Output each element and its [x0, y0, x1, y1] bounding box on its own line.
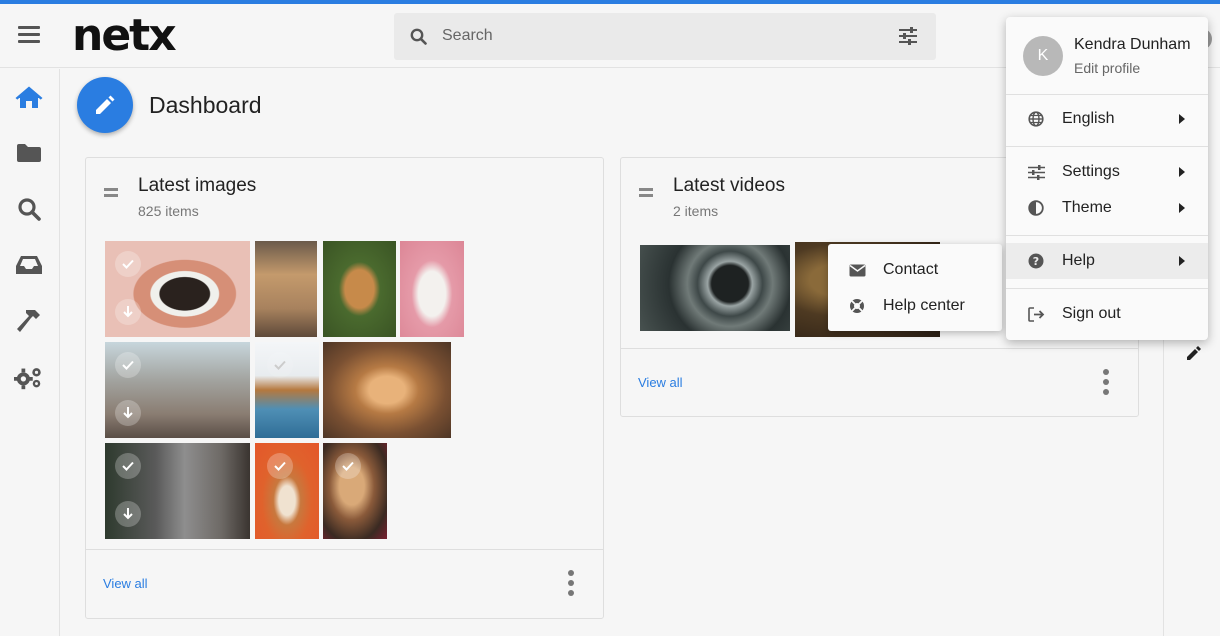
menu-item-language[interactable]: English [1006, 101, 1208, 137]
image-thumbnail[interactable] [105, 342, 250, 438]
menu-item-help[interactable]: ? Help [1006, 243, 1208, 279]
card-item-count: 2 items [673, 203, 719, 219]
image-thumbnail[interactable] [255, 443, 319, 539]
search-icon[interactable] [14, 194, 44, 224]
menu-item-label: Contact [883, 261, 939, 278]
submenu-arrow-icon [1179, 256, 1185, 266]
sign-out-icon [1027, 305, 1045, 323]
menu-item-label: Theme [1062, 199, 1112, 216]
card-title: Latest videos [673, 175, 785, 196]
card-footer: View all [86, 549, 603, 619]
envelope-icon [848, 262, 866, 278]
edit-profile-link[interactable]: Edit profile [1074, 60, 1140, 76]
select-check-icon[interactable] [115, 453, 141, 479]
search-icon [410, 28, 427, 50]
hamburger-menu-icon[interactable] [18, 26, 40, 44]
gears-icon[interactable] [14, 362, 44, 392]
image-thumbnail[interactable] [105, 241, 250, 337]
sidebar [0, 69, 60, 636]
image-thumbnail[interactable] [323, 443, 387, 539]
card-title: Latest images [138, 175, 257, 196]
video-thumbnail[interactable] [640, 245, 790, 331]
menu-divider [1006, 235, 1208, 236]
contrast-icon [1027, 199, 1045, 217]
svg-text:?: ? [1033, 255, 1039, 268]
menu-item-label: Settings [1062, 163, 1120, 180]
select-check-icon[interactable] [115, 251, 141, 277]
menu-divider [1006, 288, 1208, 289]
menu-item-theme[interactable]: Theme [1006, 190, 1208, 226]
globe-icon [1027, 110, 1045, 128]
hammer-icon[interactable] [14, 306, 44, 336]
menu-item-settings[interactable]: Settings [1006, 154, 1208, 190]
question-circle-icon: ? [1027, 252, 1045, 270]
menu-item-contact[interactable]: Contact [828, 253, 1002, 287]
view-all-link[interactable]: View all [638, 375, 683, 390]
folder-icon[interactable] [14, 138, 44, 168]
app-logo[interactable]: netx [72, 12, 177, 60]
avatar: K [1023, 36, 1063, 76]
view-all-link[interactable]: View all [103, 576, 148, 591]
download-icon[interactable] [115, 501, 141, 527]
home-icon[interactable] [14, 83, 44, 113]
user-menu: K Kendra Dunham Edit profile English Set… [1006, 17, 1208, 340]
submenu-arrow-icon [1179, 114, 1185, 124]
drag-handle-icon[interactable] [639, 188, 653, 197]
sliders-icon [1027, 163, 1045, 181]
menu-item-label: Sign out [1062, 305, 1121, 322]
image-thumbnail[interactable] [105, 443, 250, 539]
menu-item-sign-out[interactable]: Sign out [1006, 296, 1208, 332]
submenu-arrow-icon [1179, 203, 1185, 213]
card-footer: View all [621, 348, 1138, 417]
page-title: Dashboard [149, 92, 262, 118]
select-check-icon[interactable] [115, 352, 141, 378]
menu-item-help-center[interactable]: Help center [828, 289, 1002, 323]
filter-sliders-icon[interactable] [898, 27, 918, 50]
menu-item-label: Help center [883, 297, 965, 314]
life-ring-icon [848, 298, 866, 314]
user-name: Kendra Dunham [1074, 36, 1191, 53]
submenu-arrow-icon [1179, 167, 1185, 177]
edit-dashboard-button[interactable] [77, 77, 133, 133]
image-thumbnail[interactable] [400, 241, 464, 337]
search-placeholder: Search [442, 27, 493, 44]
menu-item-label: Help [1062, 252, 1095, 269]
card-item-count: 825 items [138, 203, 199, 219]
select-check-icon[interactable] [267, 453, 293, 479]
more-options-icon[interactable] [565, 570, 577, 596]
image-thumbnail[interactable] [255, 241, 317, 337]
image-thumbnail[interactable] [323, 241, 396, 337]
search-input[interactable]: Search [394, 13, 936, 60]
pencil-icon[interactable] [1186, 345, 1202, 366]
latest-images-card: Latest images 825 items View all [85, 157, 604, 619]
select-check-icon[interactable] [267, 352, 293, 378]
image-thumbnail[interactable] [255, 342, 319, 438]
more-options-icon[interactable] [1100, 369, 1112, 395]
menu-divider [1006, 94, 1208, 95]
help-submenu: Contact Help center [828, 244, 1002, 331]
inbox-icon[interactable] [14, 250, 44, 280]
select-check-icon[interactable] [335, 453, 361, 479]
download-icon[interactable] [115, 299, 141, 325]
image-thumbnail[interactable] [323, 342, 451, 438]
menu-item-label: English [1062, 110, 1115, 127]
download-icon[interactable] [115, 400, 141, 426]
pencil-icon [96, 95, 115, 114]
menu-divider [1006, 146, 1208, 147]
drag-handle-icon[interactable] [104, 188, 118, 197]
